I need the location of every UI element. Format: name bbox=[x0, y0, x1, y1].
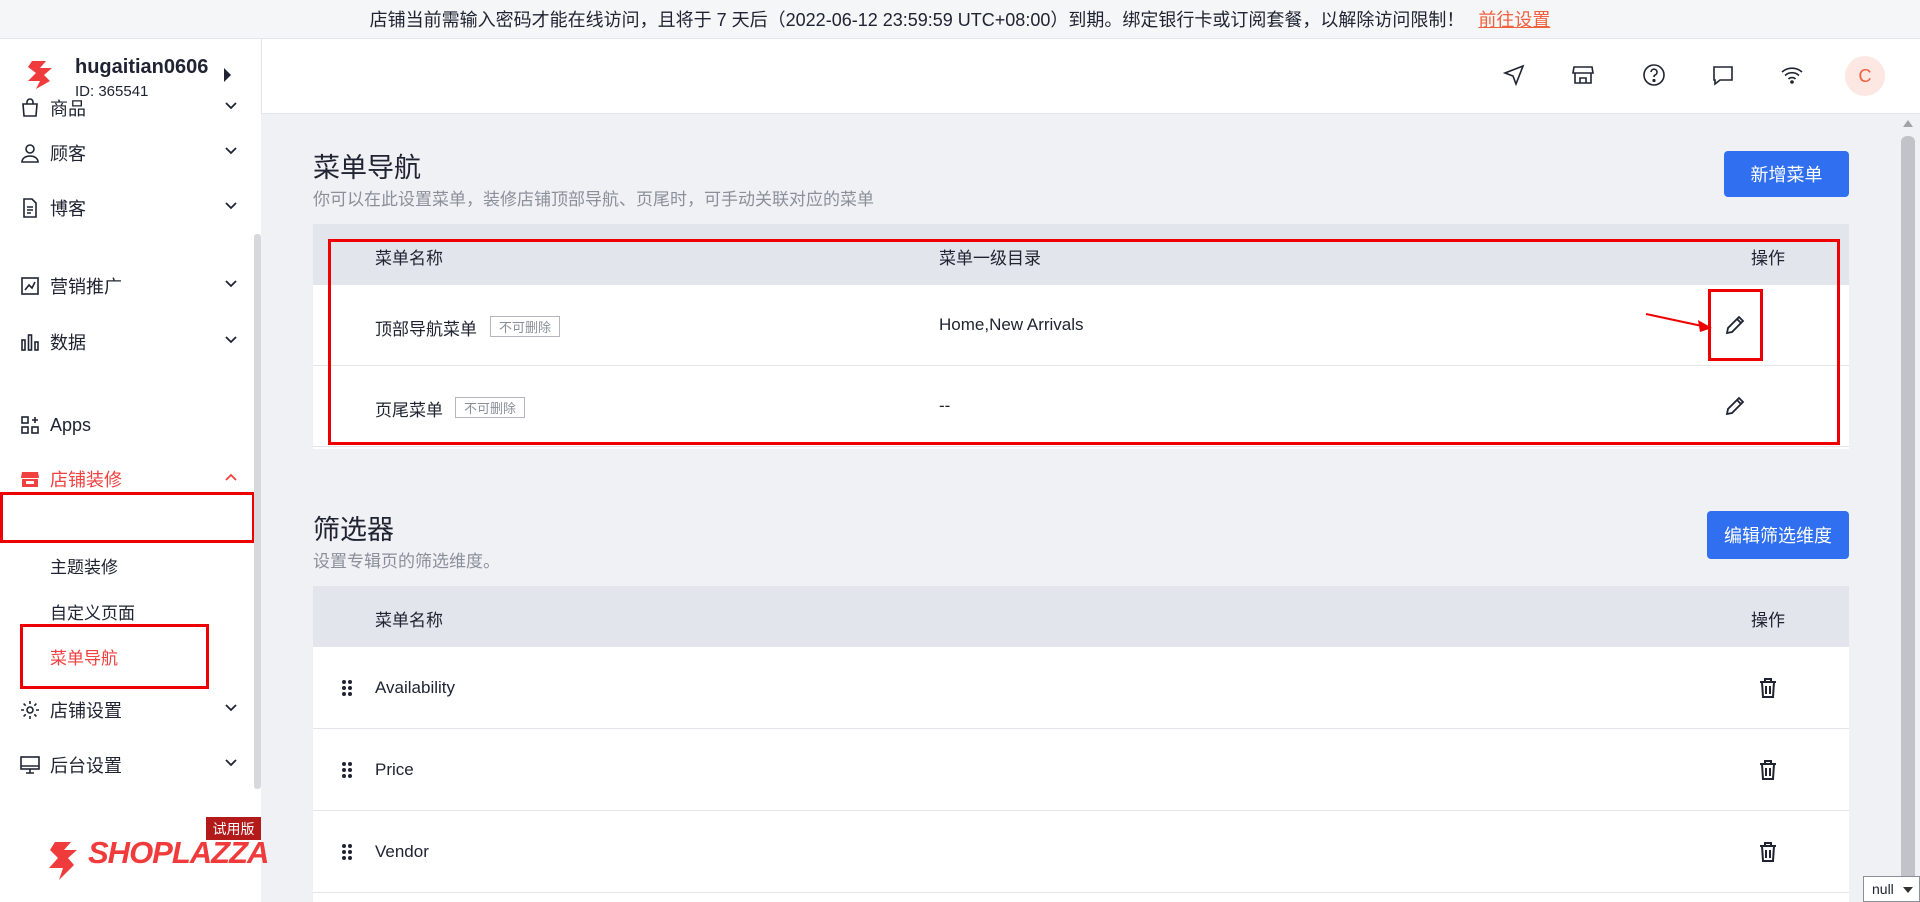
chevron-down-icon bbox=[225, 280, 237, 288]
trash-icon[interactable] bbox=[1757, 759, 1779, 781]
filter-section-desc: 设置专辑页的筛选维度。 bbox=[313, 552, 500, 571]
menu-directory: Home,New Arrivals bbox=[939, 315, 1084, 334]
table-row: Availability bbox=[313, 647, 1849, 729]
sidebar-item-label: 顾客 bbox=[50, 144, 86, 164]
chevron-down-icon bbox=[225, 759, 237, 767]
chevron-down-icon bbox=[225, 102, 237, 110]
filter-table: 菜单名称 操作 Availability Price Vendor bbox=[313, 586, 1849, 902]
banner-text: 店铺当前需输入密码才能在线访问，且将于 7 天后（2022-06-12 23:5… bbox=[369, 10, 1465, 30]
send-icon[interactable] bbox=[1502, 63, 1526, 87]
subnav-menu-navigation[interactable]: 菜单导航 bbox=[50, 644, 118, 669]
column-header-actions: 操作 bbox=[1751, 611, 1785, 630]
sidebar-item-data[interactable]: 数据 bbox=[0, 320, 254, 364]
store-name: hugaitian0606 bbox=[75, 56, 209, 78]
table-row: 顶部导航菜单 不可删除 Home,New Arrivals bbox=[313, 285, 1849, 366]
avatar[interactable]: C bbox=[1845, 56, 1885, 96]
null-select-value: null bbox=[1872, 881, 1894, 897]
sidebar-item-label: 店铺装修 bbox=[50, 470, 122, 490]
sidebar-item-admin-settings[interactable]: 后台设置 bbox=[0, 743, 254, 787]
column-header-name: 菜单名称 bbox=[375, 611, 443, 630]
filter-section-title: 筛选器 bbox=[313, 515, 394, 545]
undeletable-tag: 不可删除 bbox=[455, 397, 526, 418]
edit-filter-button[interactable]: 编辑筛选维度 bbox=[1707, 511, 1849, 559]
sidebar-item-label: 营销推广 bbox=[50, 277, 122, 297]
caret-right-icon bbox=[224, 68, 231, 82]
menu-table: 菜单名称 菜单一级目录 操作 顶部导航菜单 不可删除 Home,New Arri… bbox=[313, 224, 1849, 449]
sidebar-item-store-settings[interactable]: 店铺设置 bbox=[0, 688, 254, 732]
sidebar: hugaitian0606 ID: 365541 商品 顾客 博客 营销推广 数… bbox=[0, 39, 261, 902]
sidebar-item-label: 商品 bbox=[50, 99, 86, 119]
column-header-directory: 菜单一级目录 bbox=[939, 249, 1041, 268]
message-icon[interactable] bbox=[1711, 63, 1735, 87]
user-icon bbox=[21, 144, 39, 163]
menu-section-title: 菜单导航 bbox=[313, 153, 421, 183]
filter-table-header: 菜单名称 操作 bbox=[313, 586, 1849, 647]
document-icon bbox=[23, 198, 37, 218]
table-row: 页尾菜单 不可删除 -- bbox=[313, 366, 1849, 447]
menu-name: 页尾菜单 bbox=[375, 401, 443, 420]
monitor-icon bbox=[20, 756, 40, 774]
chevron-up-icon bbox=[225, 473, 237, 481]
table-row: Vendor bbox=[313, 811, 1849, 893]
banner-settings-link[interactable]: 前往设置 bbox=[1478, 6, 1550, 32]
shopping-bag-icon bbox=[22, 98, 38, 117]
sidebar-item-label: Apps bbox=[50, 414, 92, 435]
sidebar-item-label: 店铺设置 bbox=[50, 701, 122, 721]
annotation-arrow bbox=[1645, 313, 1712, 332]
sidebar-item-customers[interactable]: 顾客 bbox=[0, 131, 254, 175]
trash-icon[interactable] bbox=[1757, 841, 1779, 863]
undeletable-tag: 不可删除 bbox=[490, 316, 561, 337]
add-menu-button[interactable]: 新增菜单 bbox=[1724, 151, 1849, 197]
page-scrollbar[interactable] bbox=[1896, 114, 1920, 902]
null-select[interactable]: null bbox=[1863, 876, 1920, 902]
drag-handle-icon[interactable] bbox=[341, 843, 353, 861]
store-icon[interactable] bbox=[1571, 63, 1595, 87]
table-row: Price bbox=[313, 729, 1849, 811]
sidebar-item-marketing[interactable]: 营销推广 bbox=[0, 264, 254, 308]
scroll-up-arrow-icon[interactable] bbox=[1903, 120, 1913, 127]
top-bar: C bbox=[261, 39, 1920, 114]
brand-logo-text: SHOPLAZZA bbox=[88, 835, 269, 870]
sidebar-item-products[interactable]: 商品 bbox=[0, 86, 254, 130]
menu-section-desc: 你可以在此设置菜单，装修店铺顶部导航、页尾时，可手动关联对应的菜单 bbox=[313, 190, 874, 209]
help-icon[interactable] bbox=[1642, 63, 1666, 87]
column-header-actions: 操作 bbox=[1751, 249, 1785, 268]
bar-chart-icon bbox=[21, 334, 39, 351]
sidebar-item-label: 博客 bbox=[50, 199, 86, 219]
subnav-custom-pages[interactable]: 自定义页面 bbox=[50, 599, 135, 624]
subnav-theme[interactable]: 主题装修 bbox=[50, 553, 118, 578]
wifi-icon[interactable] bbox=[1780, 63, 1804, 87]
apps-icon bbox=[21, 416, 39, 434]
menu-directory: -- bbox=[939, 396, 951, 415]
scrollbar-thumb[interactable] bbox=[1901, 136, 1915, 896]
marketing-icon bbox=[21, 277, 39, 295]
edit-pencil-icon[interactable] bbox=[1724, 314, 1746, 336]
column-header-name: 菜单名称 bbox=[375, 249, 443, 268]
sidebar-item-blog[interactable]: 博客 bbox=[0, 186, 254, 230]
sidebar-scrollbar[interactable] bbox=[254, 234, 261, 789]
filter-name: Availability bbox=[375, 678, 456, 697]
filter-name: Price bbox=[375, 760, 414, 779]
menu-table-header: 菜单名称 菜单一级目录 操作 bbox=[313, 224, 1849, 285]
filter-name: Vendor bbox=[375, 842, 429, 861]
chevron-down-icon bbox=[225, 202, 237, 210]
chevron-down-icon bbox=[225, 336, 237, 344]
trash-icon[interactable] bbox=[1757, 677, 1779, 699]
trial-banner: 店铺当前需输入密码才能在线访问，且将于 7 天后（2022-06-12 23:5… bbox=[0, 0, 1920, 39]
menu-name: 顶部导航菜单 bbox=[375, 320, 477, 339]
drag-handle-icon[interactable] bbox=[341, 679, 353, 697]
edit-pencil-icon[interactable] bbox=[1724, 395, 1746, 417]
dropdown-arrow-icon bbox=[1903, 887, 1913, 893]
drag-handle-icon[interactable] bbox=[341, 761, 353, 779]
sidebar-item-store-design[interactable]: 店铺装修 bbox=[0, 457, 254, 501]
sidebar-item-label: 数据 bbox=[50, 333, 86, 353]
sidebar-item-apps[interactable]: Apps bbox=[0, 403, 254, 447]
chevron-down-icon bbox=[225, 147, 237, 155]
sidebar-item-label: 后台设置 bbox=[50, 756, 122, 776]
chevron-down-icon bbox=[225, 704, 237, 712]
gear-icon bbox=[21, 701, 39, 719]
storefront-icon bbox=[21, 472, 39, 487]
